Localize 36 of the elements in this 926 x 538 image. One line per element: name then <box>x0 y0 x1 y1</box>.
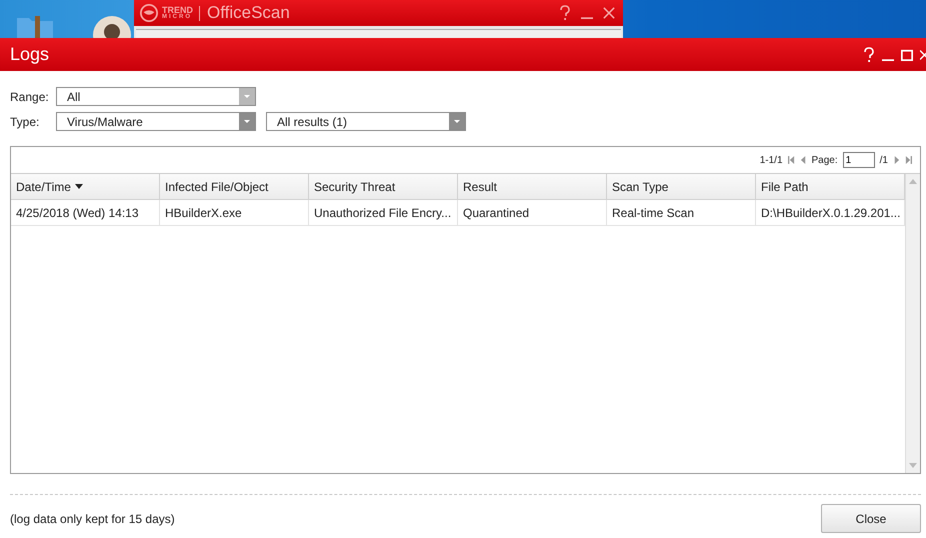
table-cell: Real-time Scan <box>607 200 756 225</box>
last-page-icon[interactable] <box>905 156 912 164</box>
table-cell: HBuilderX.exe <box>160 200 309 225</box>
dropdown[interactable]: All <box>56 87 256 106</box>
help-icon[interactable] <box>559 5 571 21</box>
window-title: Logs <box>10 44 50 65</box>
help-icon[interactable] <box>863 46 875 62</box>
scrollbar[interactable] <box>905 174 920 473</box>
page-label: Page: <box>812 154 838 166</box>
first-page-icon[interactable] <box>788 156 795 164</box>
column-header[interactable]: Result <box>458 174 607 199</box>
column-header[interactable]: Infected File/Object <box>160 174 309 199</box>
table-cell: Unauthorized File Encry... <box>309 200 458 225</box>
brand-name: TREND <box>162 6 193 14</box>
retention-note: (log data only kept for 15 days) <box>10 512 175 526</box>
page-total: /1 <box>880 154 888 166</box>
close-icon[interactable] <box>603 5 615 21</box>
filter-label: Range: <box>10 90 50 104</box>
column-header[interactable]: Scan Type <box>607 174 756 199</box>
scroll-up-icon[interactable] <box>909 179 917 184</box>
previous-page-icon[interactable] <box>800 156 807 164</box>
close-button[interactable]: Close <box>821 504 921 533</box>
folder-icon <box>15 14 55 38</box>
dropdown[interactable]: Virus/Malware <box>56 112 256 131</box>
table-cell: 4/25/2018 (Wed) 14:13 <box>11 200 160 225</box>
next-page-icon[interactable] <box>893 156 900 164</box>
record-count: 1-1/1 <box>760 154 783 166</box>
table-cell: Quarantined <box>458 200 607 225</box>
app-title: OfficeScan <box>207 3 290 23</box>
column-header[interactable]: Date/Time <box>11 174 160 199</box>
logo-icon <box>140 4 158 22</box>
filter-label: Type: <box>10 114 40 128</box>
column-header[interactable]: Security Threat <box>309 174 458 199</box>
dropdown[interactable]: All results (1) <box>266 112 466 131</box>
page-field[interactable]: 1 <box>842 152 875 168</box>
scroll-down-icon[interactable] <box>909 463 917 468</box>
